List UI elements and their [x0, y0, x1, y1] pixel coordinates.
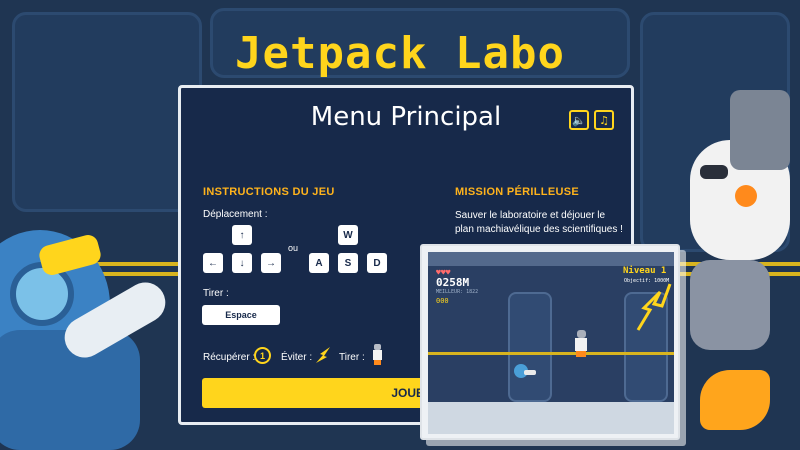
or-label: ou	[288, 243, 299, 253]
s-key: S	[338, 253, 358, 273]
collect-label: Récupérer :	[203, 352, 256, 363]
arrow-right-key: →	[261, 253, 281, 273]
w-key: W	[338, 225, 358, 245]
sound-toggle-button[interactable]: 🔈	[569, 110, 589, 130]
coin-counter: 000	[436, 297, 449, 305]
best-distance: MEILLEUR: 1822	[436, 289, 479, 295]
shoot-label: Tirer :	[203, 288, 229, 299]
arrow-left-key: ←	[203, 253, 223, 273]
lightning-hazard-icon	[314, 345, 332, 365]
avoid-label: Éviter :	[281, 352, 313, 363]
music-note-icon: ♫	[599, 113, 609, 127]
electric-hazard-icon	[636, 282, 672, 332]
speaker-icon: 🔈	[572, 113, 586, 127]
instructions-title: INSTRUCTIONS DU JEU	[203, 186, 335, 198]
gameplay-preview-window: ♥♥♥ 0258M MEILLEUR: 1822 000 Niveau 1 Ob…	[420, 244, 680, 440]
music-toggle-button[interactable]: ♫	[594, 110, 614, 130]
move-label: Déplacement :	[203, 209, 268, 220]
scientist-enemy	[574, 330, 588, 358]
a-key: A	[309, 253, 329, 273]
player-robot	[514, 364, 536, 382]
level-label: Niveau 1	[623, 266, 667, 276]
d-key: D	[367, 253, 387, 273]
target-label: Tirer :	[339, 352, 365, 363]
gameplay-preview-screen: ♥♥♥ 0258M MEILLEUR: 1822 000 Niveau 1 Ob…	[428, 252, 674, 434]
menu-title: Menu Principal	[310, 102, 502, 132]
distance-counter: 0258M	[436, 276, 470, 289]
mission-title: MISSION PÉRILLEUSE	[455, 186, 579, 198]
mission-text: Sauver le laboratoire et déjouer le plan…	[455, 210, 623, 235]
arrow-down-key: ↓	[232, 253, 252, 273]
arrow-up-key: ↑	[232, 225, 252, 245]
game-title: Jetpack Labo	[235, 28, 565, 79]
space-key: Espace	[202, 305, 280, 325]
coin-icon: 1	[254, 347, 271, 364]
scientist-enemy-icon	[372, 344, 382, 366]
coin-value: 1	[259, 350, 265, 361]
